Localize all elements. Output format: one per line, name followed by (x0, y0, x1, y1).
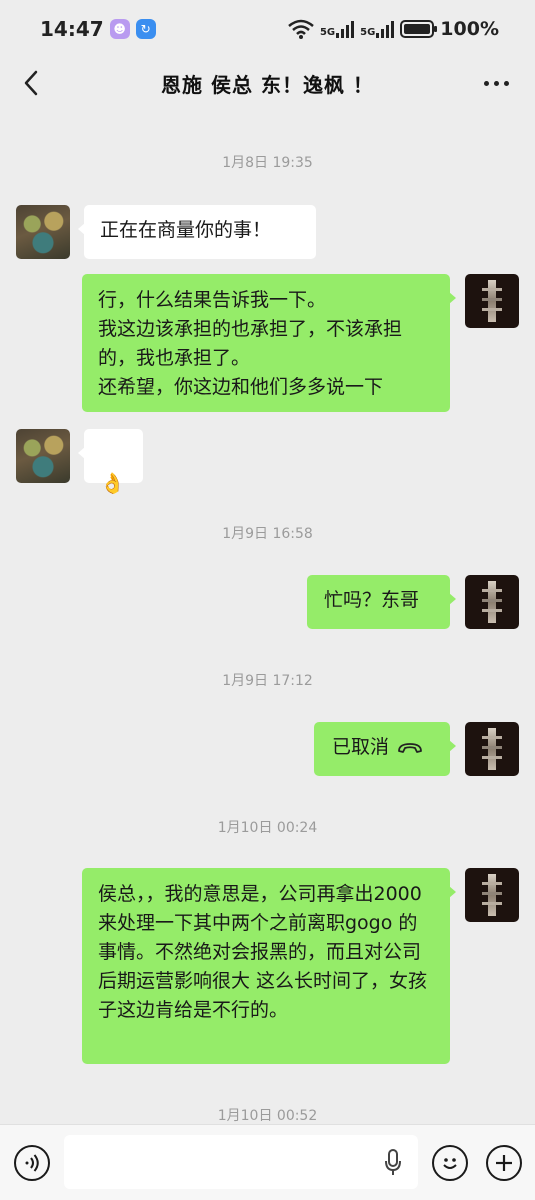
timestamp: 1月9日 16:58 (222, 526, 313, 542)
status-bar: 14:47 ☻ ↻ 5G 5G 100% (0, 0, 535, 58)
status-time: 14:47 (40, 17, 104, 41)
contact-avatar[interactable] (16, 429, 70, 483)
chat-header: 恩施 侯总 东！逸枫 ！ (0, 58, 535, 108)
self-avatar[interactable] (465, 575, 519, 629)
self-avatar[interactable] (465, 274, 519, 328)
phone-hangup-icon (398, 742, 422, 753)
timestamp: 1月10日 00:52 (217, 1108, 318, 1124)
chat-title: 恩施 侯总 东！逸枫 ！ (161, 72, 374, 97)
emoji-icon (443, 1158, 457, 1169)
message-bubble-outgoing[interactable]: 行，什么结果告诉我一下。 我这边该承担的也承担了，不该承担的，我也承担了。 还希… (82, 274, 456, 412)
app-badge-icon: ☻ (109, 19, 130, 39)
signal-label: 5G (360, 26, 376, 38)
self-avatar[interactable] (465, 722, 519, 776)
self-avatar[interactable] (465, 868, 519, 922)
ok-hand-emoji: 👌 (100, 471, 125, 495)
more-dot (483, 80, 489, 86)
chat-area[interactable]: 1月8日 19:35 正在在商量你的事！ 行，什么结果告诉我一下。 我这边该承担… (0, 108, 535, 1124)
message-bubble-outgoing[interactable]: 侯总，，我的意思是，公司再拿出2000 来处理一下其中两个之前离职gogo 的事… (82, 868, 456, 1064)
plus-icon (496, 1155, 512, 1171)
input-bar (0, 1124, 535, 1200)
signal-icon: 5G (360, 20, 395, 38)
timestamp: 1月9日 17:12 (222, 673, 313, 689)
more-dot (503, 80, 509, 86)
emoji-button[interactable] (432, 1145, 468, 1181)
timestamp: 1月10日 00:24 (217, 820, 318, 836)
signal-label: 5G (319, 26, 336, 38)
mic-icon[interactable] (384, 1149, 402, 1177)
contact-avatar[interactable] (16, 205, 70, 259)
back-button[interactable] (16, 68, 46, 98)
call-record-bubble[interactable]: 已取消 (314, 722, 456, 776)
message-bubble-outgoing[interactable]: 忙吗？东哥 (307, 575, 456, 629)
chevron-left-icon (24, 70, 38, 96)
battery-icon (400, 20, 438, 38)
more-dot (493, 80, 499, 86)
more-button[interactable] (479, 68, 513, 98)
timestamp: 1月8日 19:35 (222, 155, 313, 171)
message-bubble-incoming[interactable]: 👌 (78, 429, 143, 495)
call-status-label: 已取消 (332, 736, 390, 758)
message-bubble-incoming[interactable]: 正在在商量你的事！ (78, 205, 316, 259)
message-input[interactable] (64, 1135, 418, 1189)
voice-toggle-button[interactable] (14, 1145, 50, 1181)
voice-icon (25, 1154, 39, 1172)
battery-percent: 100% (440, 18, 499, 40)
sync-badge-icon: ↻ (135, 19, 156, 39)
more-actions-button[interactable] (486, 1145, 522, 1181)
signal-icon: 5G (319, 20, 355, 38)
status-indicators: 5G 5G 100% (288, 18, 499, 40)
wifi-icon (288, 19, 314, 39)
